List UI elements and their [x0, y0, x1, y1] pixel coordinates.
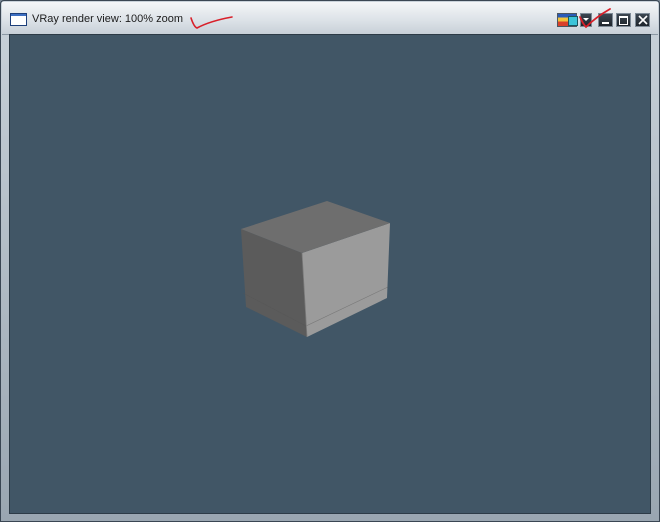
- window-title: VRay render view: 100% zoom: [32, 13, 184, 25]
- red-annotation-mark: [190, 16, 233, 29]
- dropdown-button[interactable]: [580, 13, 592, 27]
- maximize-button[interactable]: [616, 13, 631, 27]
- close-icon: [638, 15, 648, 25]
- title-bar[interactable]: VRay render view: 100% zoom: [2, 2, 658, 35]
- minimize-button[interactable]: [598, 13, 613, 27]
- minimize-icon: [602, 22, 609, 24]
- maximize-icon: [619, 16, 628, 25]
- render-viewport[interactable]: [9, 34, 651, 514]
- close-button[interactable]: [635, 13, 650, 27]
- vray-render-window: VRay render view: 100% zoom: [0, 0, 660, 522]
- render-image: [241, 201, 390, 338]
- rgb-channels-icon[interactable]: [557, 13, 578, 27]
- chevron-down-icon: [583, 18, 589, 21]
- window-icon[interactable]: [10, 13, 27, 26]
